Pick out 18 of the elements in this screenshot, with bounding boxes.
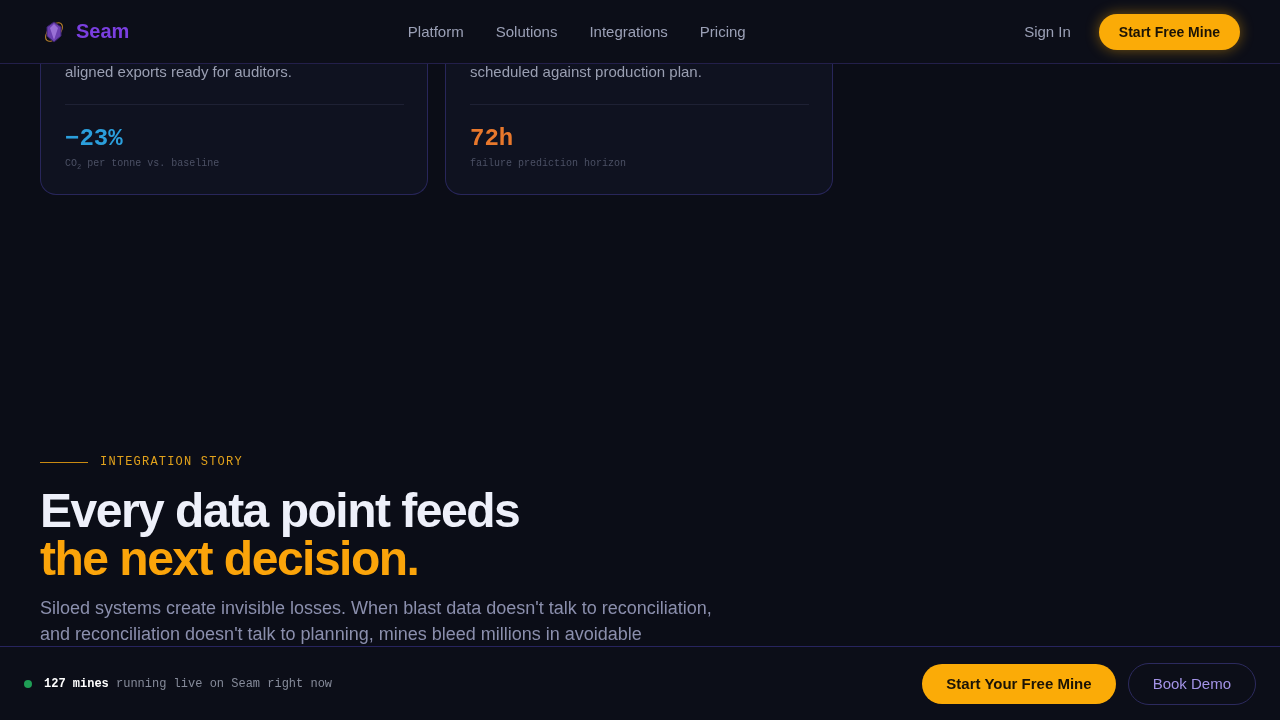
nav-link[interactable]: Integrations (589, 23, 668, 40)
card-description: scheduled against production plan. (470, 64, 703, 79)
card-metric: 72h (470, 124, 515, 154)
card-description: aligned exports ready for auditors. (65, 64, 293, 79)
nav-link[interactable]: Solutions (495, 23, 558, 40)
section-eyebrow: INTEGRATION STORY (100, 454, 243, 470)
metric-caption: failure prediction horizon (470, 157, 628, 171)
status-dot-icon (24, 679, 32, 688)
start-free-mine-button[interactable]: Start Free Mine (1098, 13, 1240, 50)
sign-in-link[interactable]: Sign In (1024, 23, 1071, 40)
nav-link[interactable]: Platform (407, 23, 464, 40)
section-body-text: Siloed systems create invisible losses. When blast data doesn't talk to reconciliation, and reconciliation doesn't talk to planning, mines bleed millions in avoidable (40, 597, 713, 646)
live-mines-text: 127 mines running live on Seam right now (44, 676, 333, 691)
start-your-free-mine-button[interactable]: Start Your Free Mine (922, 663, 1116, 704)
section-heading: Every data point feeds the next decision. (40, 487, 520, 583)
gem-logo-icon (42, 19, 66, 44)
nav-link[interactable]: Pricing (699, 23, 746, 40)
card-metric: −23% (65, 124, 124, 154)
